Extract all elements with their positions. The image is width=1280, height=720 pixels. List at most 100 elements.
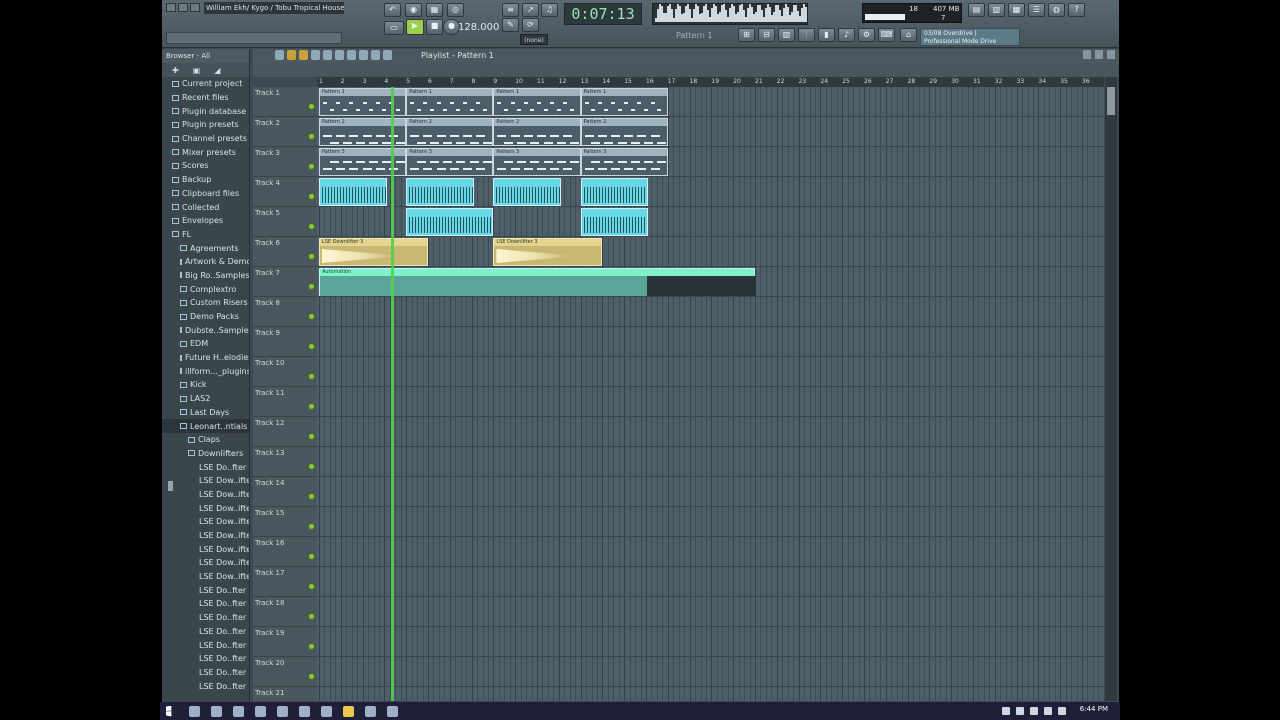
pattern-clip[interactable]: Pattern 1 <box>580 88 668 116</box>
playlist-minimize-icon[interactable] <box>1083 50 1091 59</box>
metronome-button[interactable]: ↗ <box>522 3 539 17</box>
browser-file-item[interactable]: LSE Dow..ifter 3 <box>162 488 249 502</box>
browser-folder-item[interactable]: Future H..elodies <box>162 351 249 365</box>
pattern-selector[interactable]: Pattern 1 <box>676 31 712 40</box>
edge-icon[interactable] <box>299 705 310 717</box>
piano-roll-window-button[interactable]: ▥ <box>988 3 1005 17</box>
task-view-icon[interactable] <box>211 705 222 717</box>
browser-folder-item[interactable]: Collected <box>162 200 249 214</box>
browser-file-item[interactable]: LSE Do..fter 12 <box>162 611 249 625</box>
track-mute-led-icon[interactable] <box>308 583 315 590</box>
track-header[interactable]: Track 6 <box>253 237 317 267</box>
track-mute-led-icon[interactable] <box>308 433 315 440</box>
browser-folder-item[interactable]: Plugin database <box>162 104 249 118</box>
track-mute-led-icon[interactable] <box>308 643 315 650</box>
track-header[interactable]: Track 12 <box>253 417 317 447</box>
store-icon[interactable] <box>233 705 244 717</box>
online-news-icon[interactable]: ⌂ <box>900 28 917 42</box>
song-time-display[interactable]: 0:07:13 <box>564 3 642 25</box>
track-mute-led-icon[interactable] <box>308 403 315 410</box>
audio-clip[interactable] <box>580 208 649 236</box>
track-header[interactable]: Track 18 <box>253 597 317 627</box>
track-mute-led-icon[interactable] <box>308 373 315 380</box>
browser-folder-item[interactable]: Backup <box>162 173 249 187</box>
track-header[interactable]: Track 14 <box>253 477 317 507</box>
photos-icon[interactable] <box>365 705 376 717</box>
playback-tool-icon[interactable] <box>383 50 392 60</box>
chrome-icon[interactable] <box>255 705 266 717</box>
windows-start-icon[interactable] <box>166 705 172 717</box>
tray-network-icon[interactable] <box>1016 707 1024 715</box>
pattern-clip[interactable]: Pattern 1 <box>406 88 494 116</box>
browser-folder-item[interactable]: Agreements <box>162 241 249 255</box>
track-header[interactable]: Track 17 <box>253 567 317 597</box>
track-header[interactable]: Track 4 <box>253 177 317 207</box>
snap-select[interactable]: (none) <box>520 34 548 45</box>
track-mute-led-icon[interactable] <box>308 523 315 530</box>
browser-folder-item[interactable]: LAS2 <box>162 392 249 406</box>
track-header[interactable]: Track 1 <box>253 87 317 117</box>
playlist-maximize-icon[interactable] <box>1095 50 1103 59</box>
browser-file-item[interactable]: LSE Dow..ifter 5 <box>162 515 249 529</box>
browser-folder-item[interactable]: Claps <box>162 433 249 447</box>
tempo-display[interactable]: 128.000 <box>458 22 499 33</box>
pattern-clip[interactable]: Pattern 3 <box>406 148 494 176</box>
downlifter-clip[interactable]: LSE Downlifter 3 <box>493 238 603 266</box>
arrangement-grid[interactable]: Pattern 1 Pattern 1 Pattern 1 Pattern 1 Patt… <box>317 87 1104 701</box>
track-mute-led-icon[interactable] <box>308 673 315 680</box>
browser-folder-item[interactable]: Complextro <box>162 282 249 296</box>
track-mute-led-icon[interactable] <box>308 253 315 260</box>
track-mute-led-icon[interactable] <box>308 463 315 470</box>
browser-folder-item[interactable]: Scores <box>162 159 249 173</box>
browser-file-item[interactable]: LSE Do..fter 14 <box>162 638 249 652</box>
track-header[interactable]: Track 9 <box>253 327 317 357</box>
timeline-ruler[interactable]: 1 2 3 4 5 6 7 8 9 10 11 12 13 14 15 16 17 18 19 20 21 22 23 24 2… <box>317 77 1104 87</box>
open-plugin-icon[interactable]: ⚙ <box>858 28 875 42</box>
browser-file-item[interactable]: LSE Dow..ifter 2 <box>162 474 249 488</box>
playlist-overview-bar[interactable] <box>253 63 1119 77</box>
browser-file-item[interactable]: LSE Do..fter 17 <box>162 679 249 693</box>
track-mute-led-icon[interactable] <box>308 193 315 200</box>
menu-edit-icon[interactable] <box>178 3 188 12</box>
track-header[interactable]: Track 21 <box>253 687 317 703</box>
track-header[interactable]: Track 16 <box>253 537 317 567</box>
track-mute-led-icon[interactable] <box>308 283 315 290</box>
open-playlist-icon[interactable]: ⊞ <box>738 28 755 42</box>
track-header[interactable]: Track 5 <box>253 207 317 237</box>
track-mute-led-icon[interactable] <box>308 163 315 170</box>
browser-folder-item[interactable]: Leonart..ntials <box>162 419 249 433</box>
mute-tool-icon[interactable] <box>323 50 332 60</box>
browser-scroll-handle[interactable] <box>168 481 173 491</box>
browser-folder-item[interactable]: EDM <box>162 337 249 351</box>
track-header[interactable]: Track 15 <box>253 507 317 537</box>
search-icon[interactable] <box>189 705 200 717</box>
browser-file-item[interactable]: LSE Do..fter 15 <box>162 652 249 666</box>
browser-file-item[interactable]: LSE Do..fter 16 <box>162 666 249 680</box>
countdown-button[interactable]: ♫ <box>541 3 558 17</box>
open-browser-icon[interactable]: ♪ <box>838 28 855 42</box>
downlifter-clip[interactable]: LSE Downlifter 3 <box>319 238 428 266</box>
browser-folder-item[interactable]: Last Days <box>162 406 249 420</box>
fl-studio-taskbar-icon[interactable] <box>343 705 354 717</box>
track-header[interactable]: Track 7 <box>253 267 317 297</box>
menu-view-icon[interactable] <box>190 3 200 12</box>
track-mute-led-icon[interactable] <box>308 133 315 140</box>
browser-file-item[interactable]: LSE Dow..ifter 6 <box>162 529 249 543</box>
audio-clip[interactable] <box>493 178 561 206</box>
wait-button[interactable]: ✎ <box>502 18 519 32</box>
track-mute-led-icon[interactable] <box>308 313 315 320</box>
browser-folder-item[interactable]: FL <box>162 228 249 242</box>
track-mute-led-icon[interactable] <box>308 343 315 350</box>
taskbar-clock[interactable]: 6:44 PM <box>1080 705 1108 713</box>
pattern-clip[interactable]: Pattern 2 <box>493 118 581 146</box>
tray-volume-icon[interactable] <box>1030 707 1038 715</box>
paint-tool-icon[interactable] <box>299 50 308 60</box>
settings-icon[interactable] <box>387 705 398 717</box>
browser-folder-item[interactable]: Artwork & Demo <box>162 255 249 269</box>
playlist-menu-icon[interactable] <box>275 50 284 60</box>
step-mode-button[interactable]: ▦ <box>426 3 443 17</box>
browser-folder-item[interactable]: illform..._plugins <box>162 364 249 378</box>
track-header[interactable]: Track 10 <box>253 357 317 387</box>
browser-tab-icon-2[interactable]: ▣ <box>193 66 201 75</box>
browser-folder-item[interactable]: Dubste..Samples <box>162 323 249 337</box>
